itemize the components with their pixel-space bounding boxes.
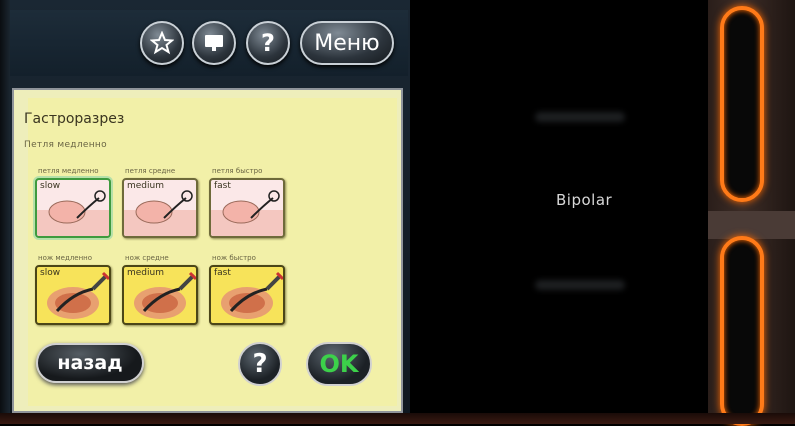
dialog-help-button[interactable]: ?: [238, 342, 282, 386]
bezel-divider: [708, 211, 795, 239]
star-icon: [150, 31, 174, 55]
tile-label-loop-medium: петля средне: [125, 167, 176, 175]
socket-slot-top: [720, 6, 764, 202]
tile-tag: fast: [214, 181, 231, 191]
dialog-subtitle: Петля медленно: [24, 140, 107, 150]
tile-label-loop-slow: петля медленно: [38, 167, 99, 175]
tile-label-knife-slow: нож медленно: [38, 254, 93, 262]
knife-medium-tile[interactable]: medium: [122, 265, 198, 325]
loop-medium-tile[interactable]: medium: [122, 178, 198, 238]
knife-fast-tile[interactable]: fast: [209, 265, 285, 325]
loop-slow-tile[interactable]: slow: [35, 178, 111, 238]
dim-indicator-top: [535, 112, 625, 122]
loop-fast-tile[interactable]: fast: [209, 178, 285, 238]
tile-tag: slow: [40, 268, 61, 278]
tile-label-knife-medium: нож средне: [125, 254, 169, 262]
knife-slow-tile[interactable]: slow: [35, 265, 111, 325]
tile-tag: slow: [40, 181, 61, 191]
ok-button[interactable]: OK: [306, 342, 372, 386]
socket-slot-bottom: [720, 236, 764, 426]
tile-tag: fast: [214, 268, 231, 278]
help-button[interactable]: ?: [246, 21, 290, 65]
monitor-icon: [205, 35, 223, 51]
menu-button[interactable]: Меню: [300, 21, 394, 65]
help-icon: ?: [261, 29, 275, 57]
floor-strip: [0, 413, 795, 424]
back-button[interactable]: назад: [36, 343, 144, 383]
dialog-title: Гастроразрез: [24, 111, 125, 127]
dim-indicator-bottom: [535, 280, 625, 290]
tile-label-loop-fast: петля быстро: [212, 167, 263, 175]
display-button[interactable]: [192, 21, 236, 65]
favorites-button[interactable]: [140, 21, 184, 65]
tile-tag: medium: [127, 268, 164, 278]
screen-edge: [0, 0, 10, 424]
tile-tag: medium: [127, 181, 164, 191]
tile-label-knife-fast: нож быстро: [212, 254, 256, 262]
mode-label: Bipolar: [556, 191, 613, 209]
